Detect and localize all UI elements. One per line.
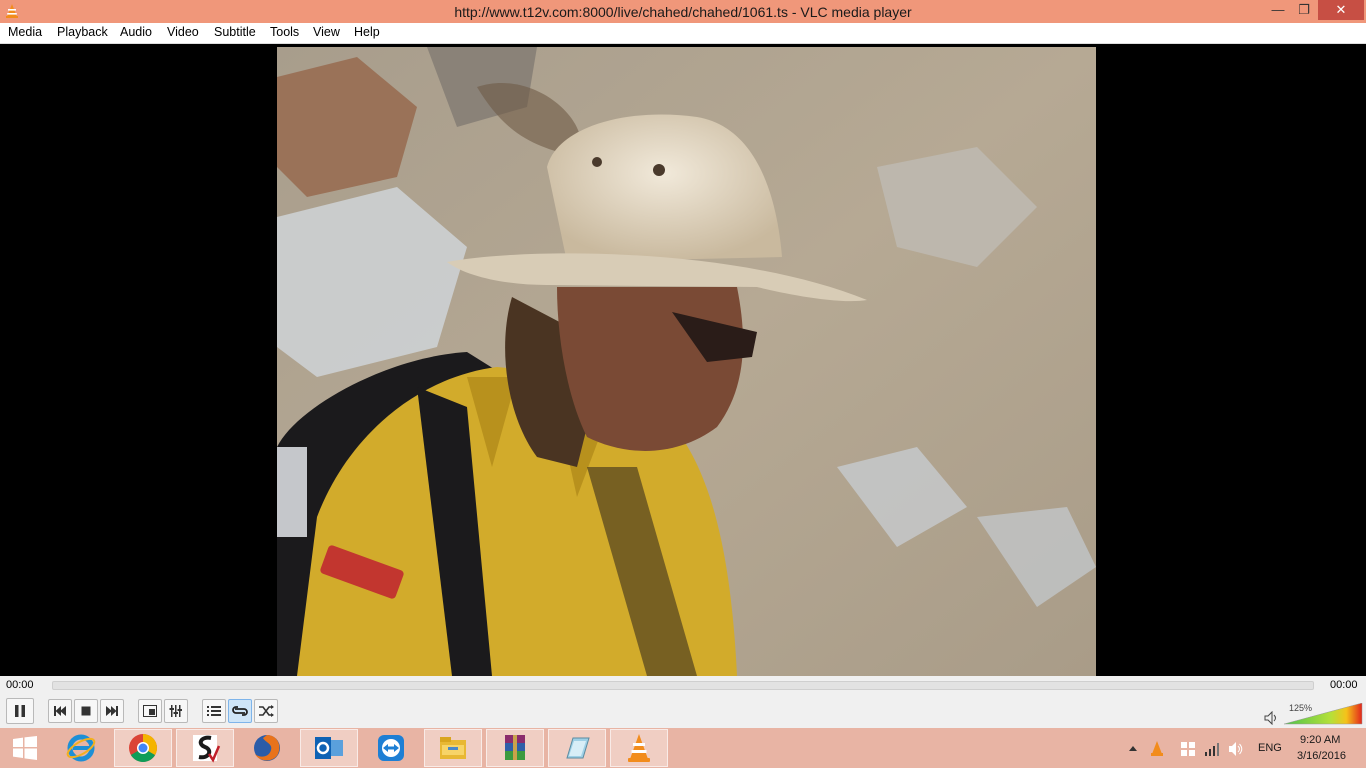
language-indicator[interactable]: ENG xyxy=(1258,742,1282,754)
app-sheet-icon xyxy=(566,737,590,759)
file-explorer-icon xyxy=(440,737,466,759)
window-title: http://www.t12v.com:8000/live/chahed/cha… xyxy=(454,4,912,20)
taskbar-chrome[interactable] xyxy=(114,729,172,767)
video-area[interactable] xyxy=(0,44,1366,676)
clock-date[interactable]: 3/16/2016 xyxy=(1297,750,1346,762)
internet-explorer-icon xyxy=(66,734,96,762)
taskbar-vlc[interactable] xyxy=(610,729,668,767)
playlist-icon xyxy=(207,706,221,716)
maximize-button[interactable]: ❐ xyxy=(1291,0,1317,20)
extended-settings-button[interactable] xyxy=(164,699,188,723)
seek-slider[interactable] xyxy=(52,681,1314,690)
volume-slider[interactable] xyxy=(1284,703,1364,725)
playlist-button[interactable] xyxy=(202,699,226,723)
taskbar-file-explorer[interactable] xyxy=(424,729,482,767)
loop-icon xyxy=(232,706,248,716)
windows-logo-icon xyxy=(13,736,37,760)
outlook-icon xyxy=(315,737,343,759)
speaker-icon[interactable] xyxy=(1264,711,1278,725)
taskbar-winrar[interactable] xyxy=(486,729,544,767)
pause-button[interactable] xyxy=(6,698,34,724)
next-button[interactable] xyxy=(100,699,124,723)
fullscreen-icon xyxy=(143,705,157,717)
clock-time[interactable]: 9:20 AM xyxy=(1300,734,1340,746)
shuffle-icon xyxy=(259,705,274,717)
fullscreen-button[interactable] xyxy=(138,699,162,723)
title-bar: http://www.t12v.com:8000/live/chahed/cha… xyxy=(0,0,1366,23)
shuffle-button[interactable] xyxy=(254,699,278,723)
menu-audio[interactable]: Audio xyxy=(120,25,152,39)
chrome-icon xyxy=(129,734,157,762)
menu-help[interactable]: Help xyxy=(354,25,380,39)
vlc-icon xyxy=(628,734,650,762)
stop-button[interactable] xyxy=(74,699,98,723)
skip-previous-icon xyxy=(54,706,66,716)
skip-next-icon xyxy=(106,706,118,716)
taskbar-internet-explorer[interactable] xyxy=(52,729,110,767)
winrar-icon xyxy=(505,735,525,760)
control-bar: 125% xyxy=(0,696,1366,728)
elapsed-time: 00:00 xyxy=(6,679,34,691)
taskbar-outlook[interactable] xyxy=(300,729,358,767)
volume-tray-icon[interactable] xyxy=(1228,741,1244,757)
pause-icon xyxy=(15,705,25,717)
menu-subtitle[interactable]: Subtitle xyxy=(214,25,256,39)
vlc-tray-icon[interactable] xyxy=(1150,741,1164,757)
taskbar-app-sheet[interactable] xyxy=(548,729,606,767)
taskbar-app-s[interactable] xyxy=(176,729,234,767)
loop-button[interactable] xyxy=(228,699,252,723)
menu-tools[interactable]: Tools xyxy=(270,25,299,39)
close-button[interactable]: ✕ xyxy=(1318,0,1364,20)
extended-settings-icon xyxy=(169,705,182,717)
teamviewer-icon xyxy=(378,735,404,761)
menu-playback[interactable]: Playback xyxy=(57,25,108,39)
taskbar-firefox[interactable] xyxy=(238,729,296,767)
firefox-icon xyxy=(254,735,280,761)
app-s-icon xyxy=(193,735,221,763)
taskbar-teamviewer[interactable] xyxy=(362,729,420,767)
menu-video[interactable]: Video xyxy=(167,25,199,39)
action-center-icon[interactable] xyxy=(1180,741,1196,757)
menu-media[interactable]: Media xyxy=(8,25,42,39)
taskbar: ENG 9:20 AM 3/16/2016 xyxy=(0,728,1366,768)
start-button[interactable] xyxy=(0,729,50,767)
stop-icon xyxy=(81,706,91,716)
video-frame xyxy=(277,47,1096,676)
menu-view[interactable]: View xyxy=(313,25,340,39)
network-icon[interactable] xyxy=(1204,741,1220,757)
show-hidden-icons-icon[interactable] xyxy=(1128,744,1138,752)
remaining-time[interactable]: 00:00 xyxy=(1330,679,1358,691)
menu-bar: Media Playback Audio Video Subtitle Tool… xyxy=(0,23,1366,44)
previous-button[interactable] xyxy=(48,699,72,723)
seek-row: 00:00 00:00 xyxy=(0,676,1366,696)
minimize-button[interactable]: — xyxy=(1265,0,1291,20)
